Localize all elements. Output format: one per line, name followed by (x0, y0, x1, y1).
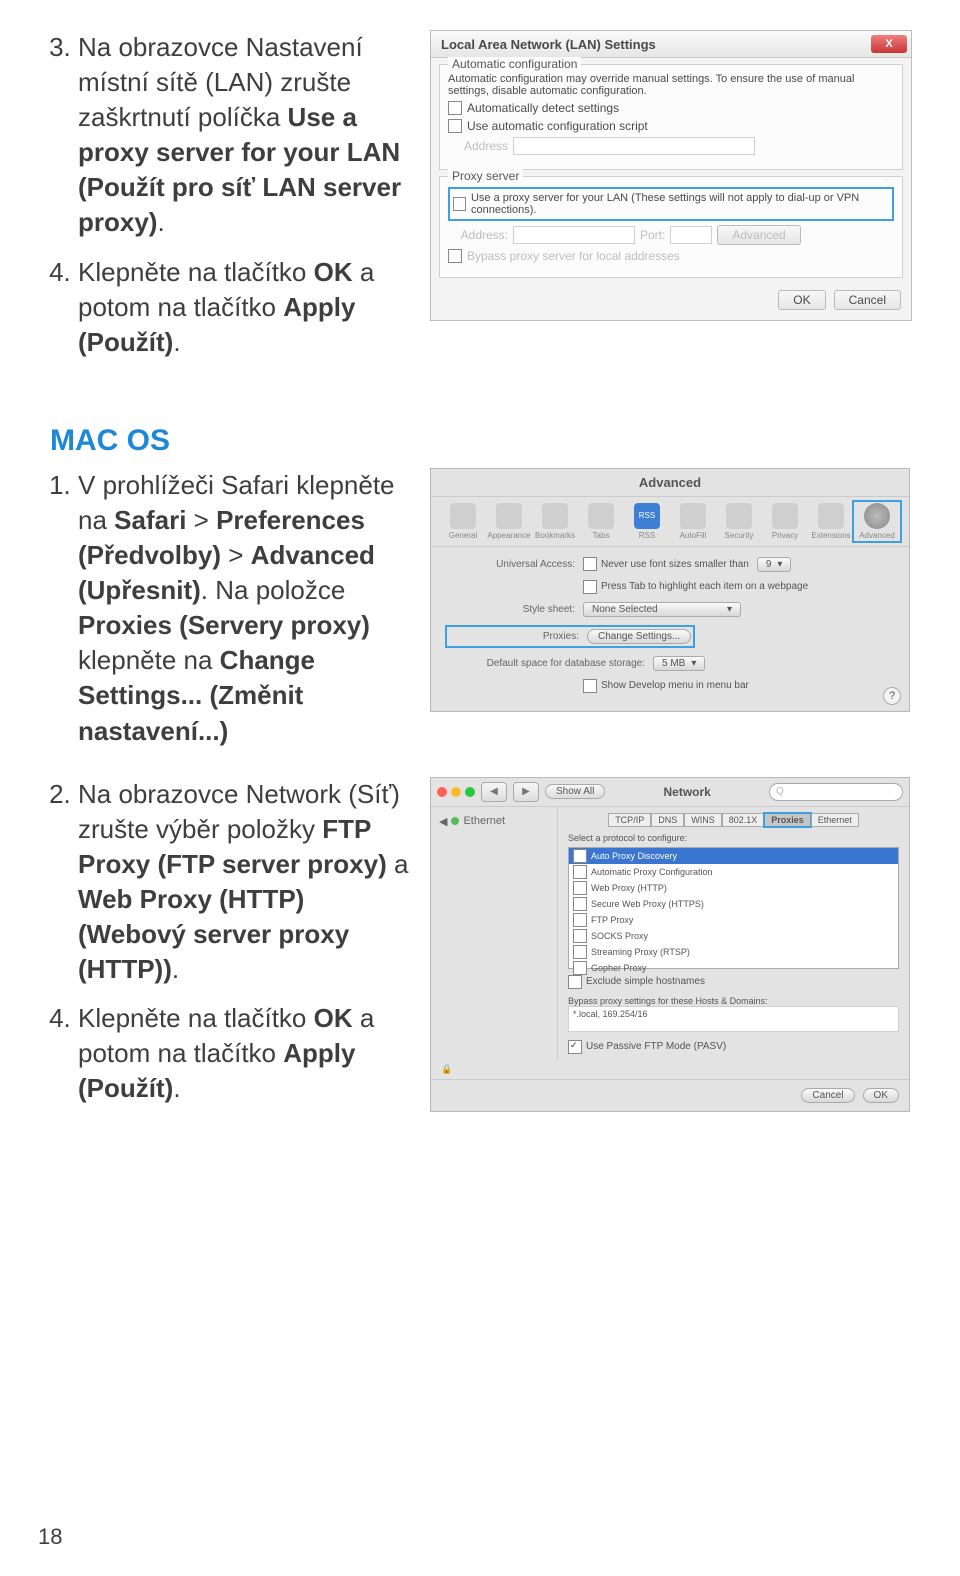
step4-suffix: . (173, 327, 180, 357)
passive-ftp-checkbox[interactable]: Use Passive FTP Mode (PASV) (568, 1040, 726, 1054)
step4-prefix: Klepněte na tlačítko (78, 257, 314, 287)
proto-gopher[interactable]: Gopher Proxy (569, 960, 898, 976)
macos-step-2: Na obrazovce Network (Síť) zrušte výběr … (78, 777, 410, 988)
tab-tcpip[interactable]: TCP/IP (608, 813, 651, 827)
back-button[interactable]: ◀ (481, 782, 507, 802)
exclude-simple-checkbox[interactable]: Exclude simple hostnames (568, 975, 705, 989)
dialog-titlebar: Local Area Network (LAN) Settings X (431, 31, 911, 58)
advanced-button[interactable]: Advanced (717, 225, 800, 245)
tab-appearance[interactable]: Appearance (487, 503, 531, 540)
proto-ftp[interactable]: FTP Proxy (569, 912, 898, 928)
auto-detect-checkbox[interactable]: Automatically detect settings (448, 101, 894, 115)
step-3: Na obrazovce Nastavení místní sítě (LAN)… (78, 30, 410, 241)
bypass-local-checkbox[interactable]: Bypass proxy server for local addresses (448, 249, 894, 263)
auto-config-caption: Automatic configuration (448, 57, 581, 71)
tab-proxies[interactable]: Proxies (764, 813, 811, 827)
network-title: Network (611, 785, 763, 799)
stylesheet-select[interactable]: None Selected▾ (583, 602, 741, 617)
proto-auto-config[interactable]: Automatic Proxy Configuration (569, 864, 898, 880)
proto-https[interactable]: Secure Web Proxy (HTTPS) (569, 896, 898, 912)
safari-advanced-window: Advanced General Appearance Bookmarks Ta… (430, 468, 910, 712)
use-proxy-checkbox[interactable]: Use a proxy server for your LAN (These s… (448, 187, 894, 221)
tab-autofill[interactable]: AutoFill (671, 503, 715, 540)
tab-privacy[interactable]: Privacy (763, 503, 807, 540)
proxy-server-group: Proxy server Use a proxy server for your… (439, 176, 903, 278)
font-size-select[interactable]: 9▾ (757, 557, 792, 572)
font-size-checkbox[interactable]: Never use font sizes smaller than (583, 557, 749, 571)
dialog-title: Local Area Network (LAN) Settings (441, 37, 656, 52)
ok-button[interactable]: OK (778, 290, 825, 310)
tab-wins[interactable]: WINS (684, 813, 722, 827)
lan-settings-dialog: Local Area Network (LAN) Settings X Auto… (430, 30, 912, 321)
show-all-button[interactable]: Show All (545, 784, 605, 799)
network-tabs: TCP/IP DNS WINS 802.1X Proxies Ethernet (568, 813, 899, 827)
traffic-lights[interactable] (437, 787, 475, 797)
tab-8021x[interactable]: 802.1X (722, 813, 765, 827)
change-settings-button[interactable]: Change Settings... (587, 629, 691, 644)
lock-icon[interactable]: 🔒 (441, 1064, 452, 1075)
step4-bold1: OK (314, 257, 353, 287)
tab-bookmarks[interactable]: Bookmarks (533, 503, 577, 540)
safari-pref-toolbar: General Appearance Bookmarks Tabs RSSRSS… (431, 497, 909, 547)
proto-auto-discovery[interactable]: Auto Proxy Discovery (569, 848, 898, 864)
tab-advanced[interactable]: Advanced (855, 503, 899, 540)
tab-dns[interactable]: DNS (651, 813, 684, 827)
forward-button[interactable]: ▶ (513, 782, 539, 802)
proto-http[interactable]: Web Proxy (HTTP) (569, 880, 898, 896)
step3-suffix: . (157, 207, 164, 237)
proto-socks[interactable]: SOCKS Proxy (569, 928, 898, 944)
net-cancel-button[interactable]: Cancel (801, 1088, 854, 1103)
proto-rtsp[interactable]: Streaming Proxy (RTSP) (569, 944, 898, 960)
proxy-address-row: Address: Port: Advanced (448, 225, 894, 245)
macos-step-1: V prohlížeči Safari klepněte na Safari >… (78, 468, 410, 749)
net-ok-button[interactable]: OK (863, 1088, 899, 1103)
cancel-button[interactable]: Cancel (834, 290, 901, 310)
proxy-caption: Proxy server (448, 169, 523, 183)
press-tab-checkbox[interactable]: Press Tab to highlight each item on a we… (583, 580, 808, 594)
script-address-row: Address (448, 137, 894, 155)
bypass-label: Bypass proxy settings for these Hosts & … (568, 996, 899, 1006)
macos-heading: MAC OS (50, 424, 910, 458)
auto-config-group: Automatic configuration Automatic config… (439, 64, 903, 170)
tab-extensions[interactable]: Extensions (809, 503, 853, 540)
ethernet-sidebar-item[interactable]: ◀Ethernet (439, 815, 549, 828)
tab-tabs[interactable]: Tabs (579, 503, 623, 540)
close-button[interactable]: X (871, 35, 907, 53)
db-storage-select[interactable]: 5 MB▾ (653, 656, 705, 671)
develop-menu-checkbox[interactable]: Show Develop menu in menu bar (583, 679, 749, 693)
protocol-list[interactable]: Auto Proxy Discovery Automatic Proxy Con… (568, 847, 899, 969)
page-number: 18 (38, 1524, 62, 1550)
tab-general[interactable]: General (441, 503, 485, 540)
step-4: Klepněte na tlačítko OK a potom na tlačí… (78, 255, 410, 360)
macos-step-4: Klepněte na tlačítko OK a potom na tlačí… (78, 1001, 410, 1106)
configure-label: Select a protocol to configure: (568, 833, 899, 843)
tab-rss[interactable]: RSSRSS (625, 503, 669, 540)
safari-advanced-title: Advanced (431, 473, 909, 497)
tab-security[interactable]: Security (717, 503, 761, 540)
help-button[interactable]: ? (883, 687, 901, 705)
search-field[interactable]: Q (769, 783, 903, 801)
bypass-field[interactable]: *.local, 169.254/16 (568, 1006, 899, 1032)
auto-config-desc: Automatic configuration may override man… (448, 73, 894, 97)
network-prefs-window: ◀ ▶ Show All Network Q ◀Ethernet TCP/IP (430, 777, 910, 1112)
auto-script-checkbox[interactable]: Use automatic configuration script (448, 119, 894, 133)
tab-ethernet[interactable]: Ethernet (811, 813, 859, 827)
